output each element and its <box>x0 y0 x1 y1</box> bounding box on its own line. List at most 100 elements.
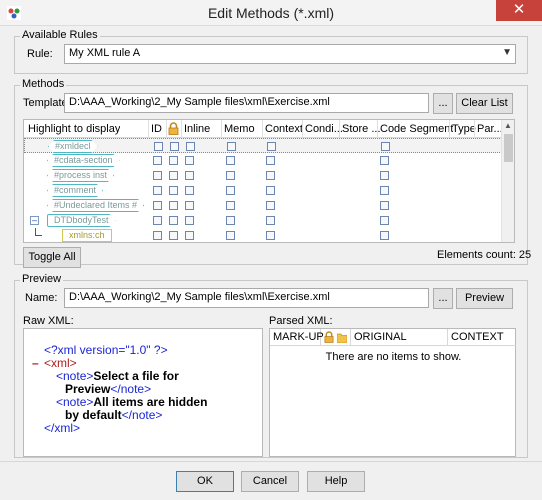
context-checkbox[interactable] <box>266 201 275 210</box>
inline-checkbox[interactable] <box>185 171 194 180</box>
preview-name-input[interactable]: D:\AAA_Working\2_My Sample files\xml\Exe… <box>64 288 429 308</box>
col-par[interactable]: Par... <box>477 123 503 135</box>
context-checkbox[interactable] <box>266 186 275 195</box>
context-checkbox[interactable] <box>267 142 276 151</box>
grid-row[interactable]: #Undeclared Items # <box>24 198 502 213</box>
grid-row[interactable]: – DTDbodyTest <box>24 213 502 228</box>
id-checkbox[interactable] <box>154 142 163 151</box>
id-checkbox[interactable] <box>153 201 162 210</box>
note-close-tag: </note> <box>110 382 152 396</box>
context-checkbox[interactable] <box>266 231 275 240</box>
toggle-all-button[interactable]: Toggle All <box>23 247 81 268</box>
scroll-up-icon[interactable]: ▲ <box>504 121 512 130</box>
memo-checkbox[interactable] <box>226 201 235 210</box>
col-memo[interactable]: Memo <box>224 123 255 135</box>
col-highlight[interactable]: Highlight to display <box>28 123 120 135</box>
tag-chip: #comment <box>47 184 103 197</box>
col-lock[interactable] <box>168 122 179 138</box>
available-rules-label: Available Rules <box>20 29 100 41</box>
lock-checkbox[interactable] <box>169 156 178 165</box>
tag-chip: #xmldecl <box>48 140 98 153</box>
code-segment-checkbox[interactable] <box>381 142 390 151</box>
note2-line2: by default</note> <box>65 408 162 422</box>
grid-row[interactable]: #cdata-section <box>24 153 502 168</box>
grid-row[interactable]: #xmldecl <box>24 138 502 153</box>
tag-chip: #Undeclared Items # <box>47 199 144 212</box>
id-checkbox[interactable] <box>153 231 162 240</box>
code-segment-checkbox[interactable] <box>380 231 389 240</box>
template-input[interactable]: D:\AAA_Working\2_My Sample files\xml\Exe… <box>64 93 429 113</box>
title-bar: Edit Methods (*.xml) ✕ <box>0 0 542 26</box>
context-checkbox[interactable] <box>266 156 275 165</box>
lock-checkbox[interactable] <box>169 201 178 210</box>
lock-checkbox[interactable] <box>169 231 178 240</box>
memo-checkbox[interactable] <box>226 216 235 225</box>
tag-chip: DTDbodyTest <box>47 214 116 227</box>
parsed-xml-label: Parsed XML: <box>269 315 333 327</box>
cancel-button[interactable]: Cancel <box>241 471 299 492</box>
tag-chip: #cdata-section <box>47 154 120 167</box>
code-segment-checkbox[interactable] <box>380 201 389 210</box>
code-segment-checkbox[interactable] <box>380 186 389 195</box>
help-button[interactable]: Help <box>307 471 365 492</box>
id-checkbox[interactable] <box>153 186 162 195</box>
grid-row[interactable]: #process inst <box>24 168 502 183</box>
memo-checkbox[interactable] <box>226 186 235 195</box>
lock-checkbox[interactable] <box>170 142 179 151</box>
ok-button[interactable]: OK <box>176 471 234 492</box>
clear-list-button[interactable]: Clear List <box>456 93 513 114</box>
col-type[interactable]: Type <box>452 123 476 135</box>
close-window-button[interactable]: ✕ <box>496 0 542 21</box>
preview-button[interactable]: Preview <box>456 288 513 309</box>
note1-text-a: Select a file for <box>93 369 179 383</box>
id-checkbox[interactable] <box>153 216 162 225</box>
template-browse-button[interactable]: ... <box>433 93 453 114</box>
inline-checkbox[interactable] <box>185 201 194 210</box>
id-checkbox[interactable] <box>153 156 162 165</box>
elements-count: Elements count: 25 <box>437 249 532 261</box>
inline-checkbox[interactable] <box>186 142 195 151</box>
context-checkbox[interactable] <box>266 216 275 225</box>
grid-row[interactable]: #comment <box>24 183 502 198</box>
col-icons[interactable] <box>321 329 351 346</box>
col-id[interactable]: ID <box>151 123 162 135</box>
inline-checkbox[interactable] <box>185 186 194 195</box>
scroll-thumb[interactable] <box>504 134 513 162</box>
memo-checkbox[interactable] <box>226 231 235 240</box>
col-inline[interactable]: Inline <box>184 123 210 135</box>
col-code-segment[interactable]: Code Segment <box>380 123 453 135</box>
context-checkbox[interactable] <box>266 171 275 180</box>
code-segment-checkbox[interactable] <box>380 156 389 165</box>
lock-checkbox[interactable] <box>169 171 178 180</box>
rule-select[interactable]: My XML rule A ▼ <box>64 44 516 64</box>
note-open-tag: <note> <box>56 369 94 383</box>
preview-browse-button[interactable]: ... <box>433 288 453 309</box>
grid-row[interactable]: xmlns:ch <box>24 228 502 242</box>
col-original[interactable]: ORIGINAL <box>351 329 448 346</box>
memo-checkbox[interactable] <box>227 142 236 151</box>
col-markup[interactable]: MARK-UP <box>270 329 324 346</box>
methods-grid[interactable]: Highlight to display ID Inline Memo Cont… <box>23 119 515 243</box>
tag-chip: xmlns:ch <box>62 229 112 242</box>
inline-checkbox[interactable] <box>185 156 194 165</box>
col-context[interactable]: CONTEXT <box>448 329 516 346</box>
code-segment-checkbox[interactable] <box>380 171 389 180</box>
col-store[interactable]: Store ... <box>342 123 381 135</box>
col-condition[interactable]: Condi... <box>305 123 343 135</box>
collapse-icon[interactable]: – <box>32 356 39 370</box>
collapse-icon[interactable]: – <box>30 216 39 225</box>
methods-label: Methods <box>20 78 67 90</box>
lock-checkbox[interactable] <box>169 216 178 225</box>
raw-xml-view[interactable]: <?xml version="1.0" ?> – <xml> <note>Sel… <box>23 328 263 457</box>
parsed-xml-view[interactable]: MARK-UP ORIGINAL CONTEXT There are no it… <box>269 328 516 457</box>
code-segment-checkbox[interactable] <box>380 216 389 225</box>
grid-scrollbar[interactable]: ▲ <box>501 120 514 242</box>
id-checkbox[interactable] <box>153 171 162 180</box>
inline-checkbox[interactable] <box>185 231 194 240</box>
lock-icon <box>324 331 334 343</box>
memo-checkbox[interactable] <box>226 171 235 180</box>
col-context[interactable]: Context <box>265 123 303 135</box>
inline-checkbox[interactable] <box>185 216 194 225</box>
lock-checkbox[interactable] <box>169 186 178 195</box>
memo-checkbox[interactable] <box>226 156 235 165</box>
